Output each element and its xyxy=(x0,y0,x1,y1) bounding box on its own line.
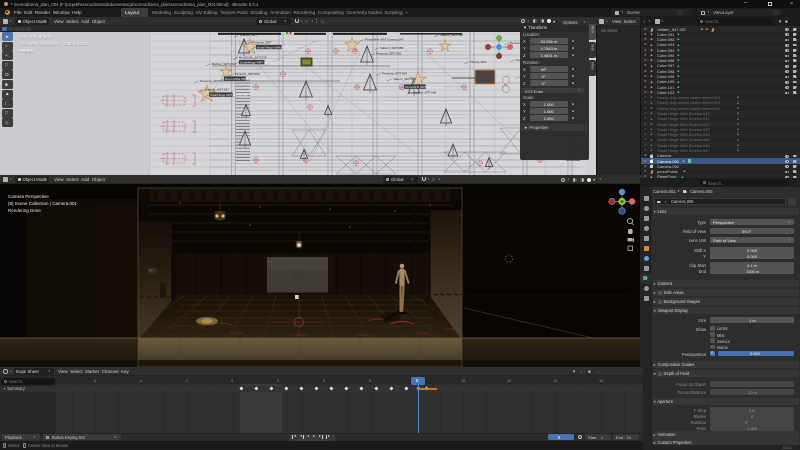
svg-text:Antiptik_SGT.017: Antiptik_SGT.017 xyxy=(205,87,229,91)
svg-text:PersoNHe NRT-Screws.046: PersoNHe NRT-Screws.046 xyxy=(405,85,444,89)
svg-text:Bathek_SRT.033: Bathek_SRT.033 xyxy=(212,62,235,66)
svg-text:Vattern_SRT.004: Vattern_SRT.004 xyxy=(440,33,464,37)
svg-text:Drum MHE WMC Screws.217: Drum MHE WMC Screws.217 xyxy=(225,77,266,81)
svg-text:Persona_SRT.064: Persona_SRT.064 xyxy=(382,71,407,75)
svg-text:Small Hinge WIth Screws.017: Small Hinge WIth Screws.017 xyxy=(257,45,298,49)
svg-text:RedSCAL_SGT.076: RedSCAL_SGT.076 xyxy=(239,55,267,59)
svg-text:Persona_SRT.055: Persona_SRT.055 xyxy=(376,51,401,55)
svg-text:Periodic_SRT.002: Periodic_SRT.002 xyxy=(235,72,260,76)
svg-text:Vattern_SRT.064: Vattern_SRT.064 xyxy=(393,77,417,81)
svg-text:Vattern_SRT.055: Vattern_SRT.055 xyxy=(380,46,404,50)
svg-text:Persona_SRT: Persona_SRT xyxy=(252,40,271,44)
svg-text:Persona_SRT.026: Persona_SRT.026 xyxy=(200,79,225,83)
svg-text:SolarHinge NRT 3.8.6L.36L: SolarHinge NRT 3.8.6L.36L xyxy=(210,93,248,97)
svg-text:Vattern_SRT.046: Vattern_SRT.046 xyxy=(413,90,437,94)
svg-text:PersoNHe NRT-Screws.047: PersoNHe NRT-Screws.047 xyxy=(365,37,404,41)
svg-text:SmallHinge NRT Screws...049: SmallHinge NRT Screws...049 xyxy=(240,60,282,64)
svg-text:Bathek_SRT: Bathek_SRT xyxy=(240,33,258,37)
svg-text:Thrust_SRT: Thrust_SRT xyxy=(470,60,487,64)
